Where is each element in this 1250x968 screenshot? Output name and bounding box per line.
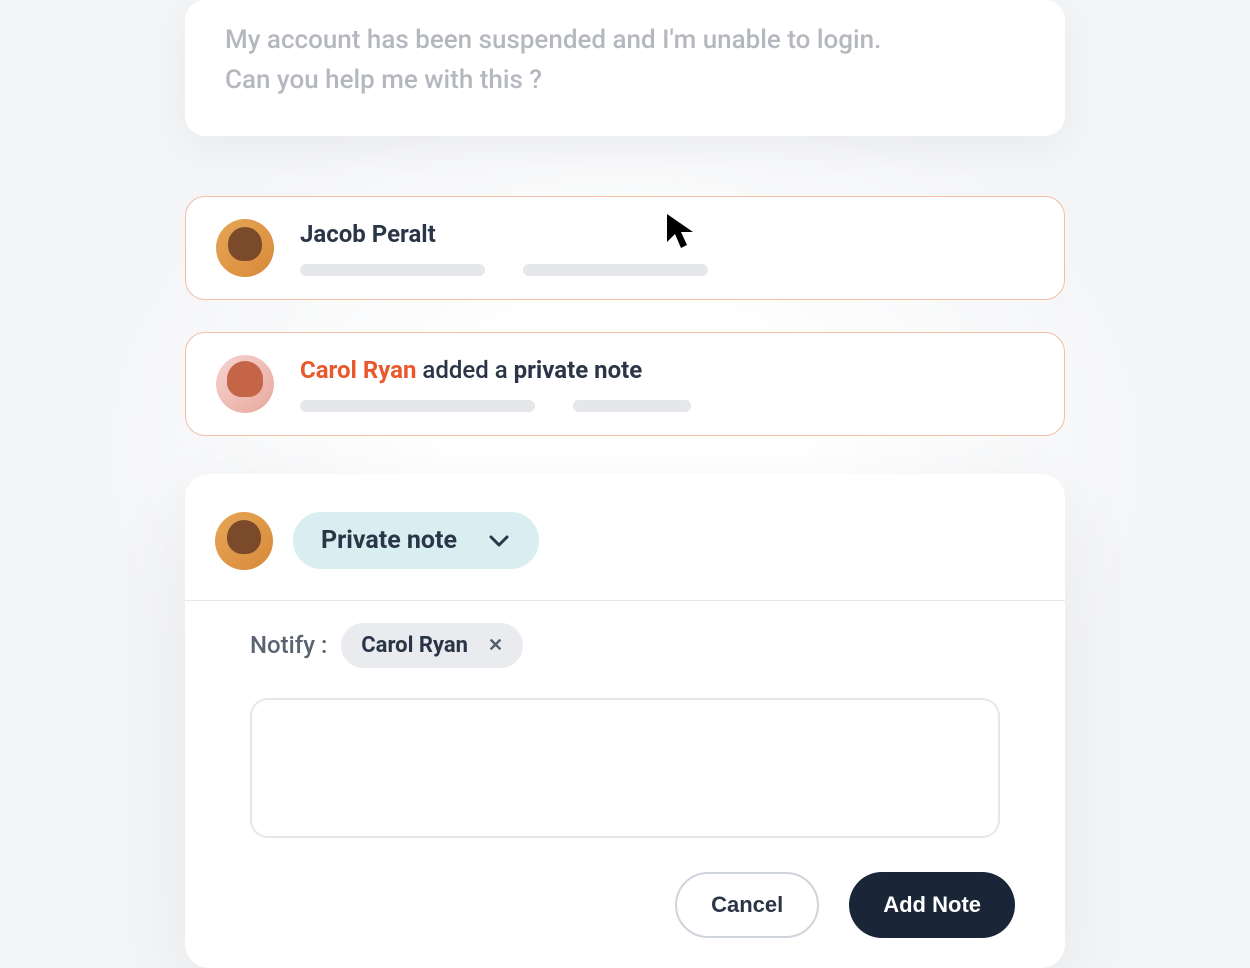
chevron-down-icon xyxy=(489,535,509,547)
private-note-card[interactable]: Carol Ryan added a private note xyxy=(185,332,1065,436)
message-line-2: Can you help me with this ? xyxy=(225,65,542,95)
add-note-button[interactable]: Add Note xyxy=(849,872,1015,938)
placeholder-line xyxy=(300,264,485,276)
textarea-wrap xyxy=(185,668,1065,842)
note-textarea[interactable] xyxy=(250,698,1000,838)
notify-row: Notify : Carol Ryan ✕ xyxy=(185,601,1065,668)
note-action: added a xyxy=(416,356,513,384)
note-type-dropdown[interactable]: Private note xyxy=(293,512,539,569)
user-content: Carol Ryan added a private note xyxy=(300,356,1034,412)
avatar xyxy=(216,355,274,413)
button-row: Cancel Add Note xyxy=(185,842,1065,938)
placeholder-lines xyxy=(300,400,1034,412)
user-reply-card[interactable]: Jacob Peralt xyxy=(185,196,1065,300)
note-action-bold: private note xyxy=(514,356,643,384)
placeholder-line xyxy=(300,400,535,412)
placeholder-line xyxy=(573,400,691,412)
tag-name: Carol Ryan xyxy=(361,633,468,658)
close-icon[interactable]: ✕ xyxy=(488,635,503,656)
user-name: Jacob Peralt xyxy=(300,220,1034,248)
composer-header: Private note xyxy=(185,512,1065,600)
placeholder-lines xyxy=(300,264,1034,276)
message-line-1: My account has been suspended and I'm un… xyxy=(225,25,881,55)
message-text: My account has been suspended and I'm un… xyxy=(225,20,1025,101)
original-message-card: My account has been suspended and I'm un… xyxy=(185,0,1065,136)
notify-label: Notify : xyxy=(250,631,327,659)
avatar xyxy=(215,512,273,570)
composer-card: Private note Notify : Carol Ryan ✕ Cance… xyxy=(185,474,1065,968)
note-author: Carol Ryan xyxy=(300,356,416,384)
placeholder-line xyxy=(523,264,708,276)
note-type-label: Private note xyxy=(321,526,457,555)
cancel-button[interactable]: Cancel xyxy=(675,872,819,938)
note-header: Carol Ryan added a private note xyxy=(300,356,1034,384)
avatar xyxy=(216,219,274,277)
user-content: Jacob Peralt xyxy=(300,220,1034,276)
notify-tag: Carol Ryan ✕ xyxy=(341,623,523,668)
